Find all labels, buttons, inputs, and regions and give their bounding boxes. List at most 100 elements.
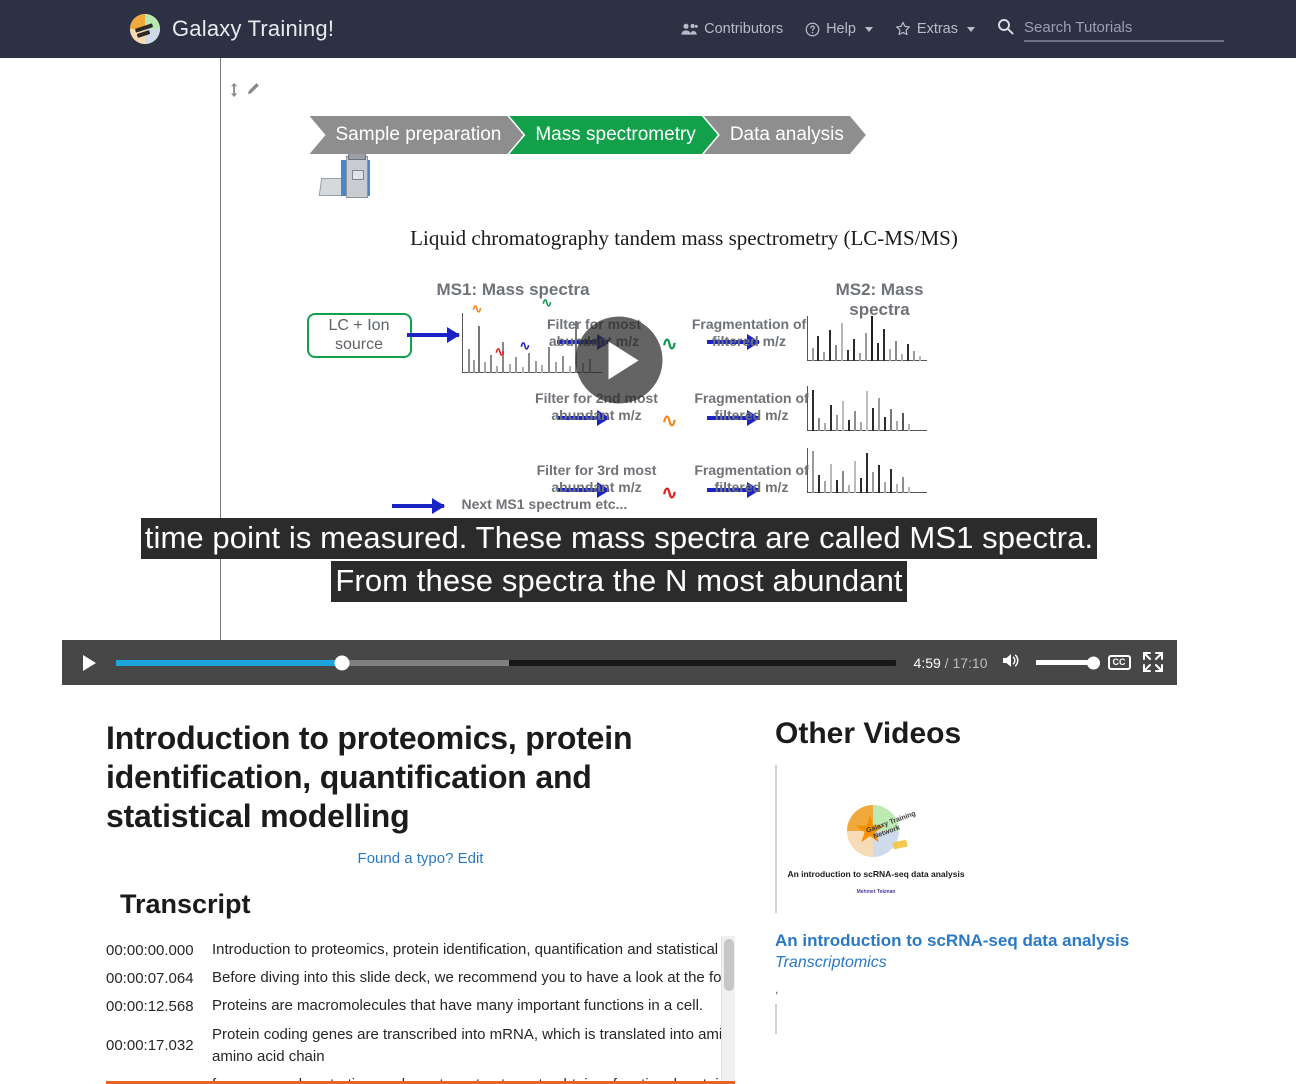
sidebar-other-videos: Other Videos Galaxy Training Network An … [775, 685, 1235, 1084]
time-display: 4:59 / 17:10 [908, 655, 994, 671]
time-separator: / [940, 654, 953, 671]
player-controls: 4:59 / 17:10 CC [61, 640, 1177, 685]
peptide-marker-orange: ∿ [471, 301, 483, 316]
pencil-edit-icon[interactable] [245, 82, 260, 97]
ms1-label: MS1: Mass spectra [436, 280, 590, 299]
transcript-timestamp: 00:00:12.568 [106, 998, 194, 1016]
ms2-label: MS2: Mass spectra [835, 280, 924, 319]
nav-item-extras[interactable]: Extras [895, 21, 975, 37]
video-player[interactable]: Sample preparation Mass spectrometry Dat… [61, 58, 1177, 685]
slide-canvas: Sample preparation Mass spectrometry Dat… [61, 58, 1177, 640]
slide-tools [228, 82, 260, 97]
nav-item-extras-label: Extras [916, 21, 958, 37]
page-content: Introduction to proteomics, protein iden… [0, 685, 1296, 1084]
transcript-table: 00:00:00.000 Introduction to proteomics,… [106, 936, 735, 1084]
search-box [997, 16, 1224, 42]
flow-arrow [406, 327, 460, 343]
found-typo-edit-link[interactable]: Found a typo? Edit [106, 850, 735, 867]
video-separator: , [775, 982, 779, 996]
nav-item-help-label: Help [826, 21, 856, 37]
list-item[interactable]: Galaxy Training Network An introduction … [775, 765, 1175, 1034]
search-icon[interactable] [997, 18, 1014, 40]
progress-bar[interactable] [115, 655, 896, 670]
transcript-panel[interactable]: 00:00:00.000 Introduction to proteomics,… [106, 936, 735, 1084]
galaxy-logo-icon [130, 14, 160, 44]
mass-spectrometer-illustration [318, 152, 380, 198]
main-column: Introduction to proteomics, protein iden… [0, 685, 775, 1084]
thumbnail-title: An introduction to scRNA-seq data analys… [787, 869, 965, 879]
nav-item-contributors-label: Contributors [704, 21, 784, 37]
lc-ion-source-box: LC + Ion source [306, 313, 412, 358]
table-row[interactable]: 00:00:07.064 Before diving into this sli… [106, 964, 735, 992]
navbar-right-group: Contributors Help Extras [681, 16, 1276, 42]
progress-played [115, 659, 342, 666]
volume-slider[interactable] [1035, 656, 1100, 669]
transcript-text: Introduction to proteomics, protein iden… [212, 941, 735, 959]
fragmentation-label-1: Fragmentation of filtered m/z [691, 316, 807, 349]
transcript-scrollbar-thumb[interactable] [724, 939, 734, 992]
top-navbar: Galaxy Training! Contributors Help Extra… [0, 0, 1296, 58]
chevron-down-icon [967, 26, 975, 32]
transcript-scrollbar[interactable] [721, 936, 735, 1084]
brand-title: Galaxy Training! [172, 16, 335, 41]
transcript-timestamp: 00:00:07.064 [106, 969, 194, 987]
breadcrumb-step-sample-preparation: Sample preparation [310, 116, 524, 154]
next-ms1-label: Next MS1 spectrum etc... [461, 496, 628, 512]
progress-handle[interactable] [334, 655, 350, 670]
other-videos-heading: Other Videos [775, 717, 962, 750]
table-row[interactable]: 00:00:17.032 Protein coding genes are tr… [106, 1021, 735, 1071]
transcript-timestamp: 00:00:17.032 [106, 1037, 194, 1055]
chevron-down-icon [864, 26, 873, 32]
peptide-marker-green: ∿ [541, 295, 553, 310]
flow-arrow [391, 498, 445, 514]
caption-line-1: time point is measured. These mass spect… [140, 518, 1098, 559]
caption-line-2: From these spectra the N most abundant [331, 561, 907, 602]
peptide-green-icon: ∿ [661, 334, 678, 355]
fullscreen-button[interactable] [1141, 650, 1167, 676]
transcript-text: Proteins are macromolecules that have ma… [212, 997, 704, 1015]
breadcrumb-step-mass-spectrometry: Mass spectrometry [509, 116, 717, 154]
peptide-marker-red: ∿ [494, 344, 506, 359]
mute-button[interactable] [994, 640, 1030, 685]
breadcrumb-step-label: Sample preparation [335, 124, 502, 145]
search-input[interactable] [1024, 16, 1224, 42]
nav-item-help[interactable]: Help [805, 21, 873, 37]
peptide-red-icon: ∿ [661, 483, 678, 504]
star-icon [895, 21, 911, 37]
fragmentation-label-3: Fragmentation of filtered m/z [694, 462, 809, 495]
filter-label-3: Filter for 3rd most abundant m/z [536, 462, 657, 495]
brand-link[interactable]: Galaxy Training! [130, 14, 334, 44]
play-pause-button[interactable] [72, 640, 108, 685]
fragmentation-label-2: Fragmentation of filtered m/z [694, 390, 809, 423]
video-title-link[interactable]: An introduction to scRNA-seq data analys… [775, 931, 1175, 951]
video-thumbnail-next[interactable] [775, 1004, 975, 1034]
people-icon [681, 23, 698, 36]
table-row[interactable]: 00:00:00.000 Introduction to proteomics,… [106, 936, 735, 964]
transcript-text: Before diving into this slide deck, we r… [212, 969, 735, 987]
jump-to-icon[interactable] [228, 82, 241, 97]
table-row[interactable]: 00:00:12.568 Proteins are macromolecules… [106, 992, 735, 1020]
gtn-logo-icon: Galaxy Training Network [847, 805, 917, 857]
play-icon [608, 341, 638, 379]
play-overlay-button[interactable] [575, 316, 663, 404]
breadcrumb-step-label: Mass spectrometry [535, 124, 696, 145]
nav-item-contributors[interactable]: Contributors [681, 21, 783, 37]
thumbnail-corner-mark [783, 771, 786, 777]
volume-icon [1002, 652, 1021, 674]
video-captions: time point is measured. These mass spect… [62, 518, 1177, 604]
volume-handle[interactable] [1086, 656, 1100, 669]
current-time: 4:59 [913, 654, 941, 671]
question-circle-icon [805, 22, 820, 37]
transcript-text: Protein coding genes are transcribed int… [212, 1025, 735, 1065]
thumbnail-corner-mark [783, 1010, 786, 1016]
video-topic-link[interactable]: Transcriptomics [775, 954, 1175, 972]
peptide-orange-icon: ∿ [661, 411, 678, 432]
captions-button[interactable]: CC [1107, 655, 1131, 670]
ms2-spectrum-figure-1 [806, 316, 927, 361]
duration: 17:10 [952, 654, 988, 671]
slide-breadcrumb: Sample preparation Mass spectrometry Dat… [310, 116, 866, 154]
slide-title: Liquid chromatography tandem mass spectr… [410, 226, 958, 250]
breadcrumb-step-label: Data analysis [729, 124, 844, 145]
transcript-timestamp: 00:00:00.000 [106, 941, 194, 959]
video-thumbnail[interactable]: Galaxy Training Network An introduction … [775, 765, 975, 913]
